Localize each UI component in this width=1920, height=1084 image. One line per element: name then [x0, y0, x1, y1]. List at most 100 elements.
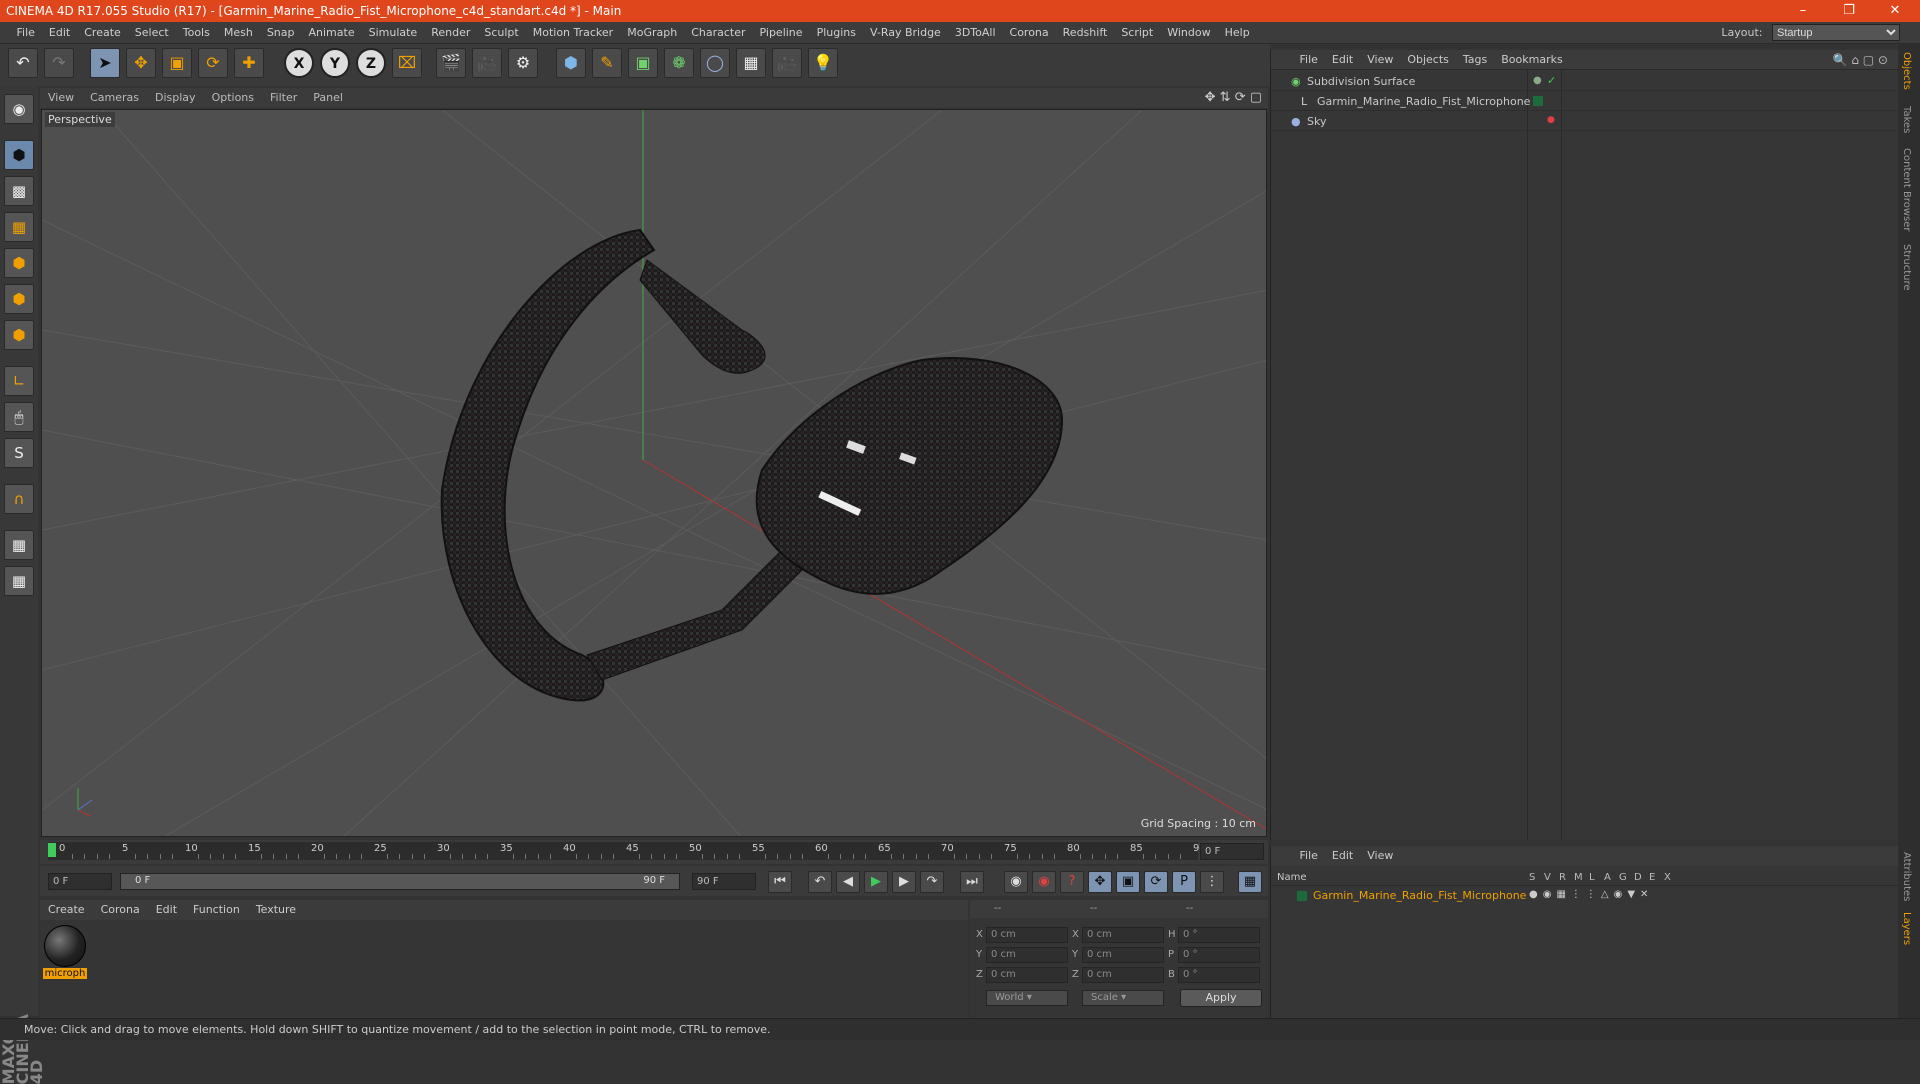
- menu-mesh[interactable]: Mesh: [217, 22, 260, 44]
- menu-window[interactable]: Window: [1160, 22, 1217, 44]
- keyframe-selection-icon[interactable]: ?: [1060, 871, 1084, 893]
- record-active-icon[interactable]: ◉: [1004, 871, 1028, 893]
- play-icon[interactable]: ▶: [864, 871, 888, 893]
- object-row-microphone[interactable]: L Garmin_Marine_Radio_Fist_Microphone: [1271, 92, 1899, 111]
- timeline-ruler[interactable]: 051015202530354045505560657075808590 0 F: [40, 840, 1268, 864]
- menu-mograph[interactable]: MoGraph: [620, 22, 684, 44]
- go-to-start-icon[interactable]: ⏮: [768, 871, 792, 893]
- menu-3dtoall[interactable]: 3DToAll: [948, 22, 1003, 44]
- menu-help[interactable]: Help: [1218, 22, 1257, 44]
- z-axis-lock-icon[interactable]: Z: [356, 48, 386, 78]
- next-keyframe-icon[interactable]: ↷: [920, 871, 944, 893]
- key-parameter-icon[interactable]: P: [1172, 871, 1196, 893]
- size-x-field[interactable]: 0 cm: [1082, 927, 1164, 943]
- layer-column-a[interactable]: A: [1604, 872, 1611, 883]
- key-pla-icon[interactable]: ⋮: [1200, 871, 1224, 893]
- material-menu-corona[interactable]: Corona: [93, 900, 148, 920]
- material-swatch[interactable]: microph: [43, 924, 87, 984]
- go-to-end-icon[interactable]: ⏭: [960, 871, 984, 893]
- menu-render[interactable]: Render: [424, 22, 477, 44]
- layer-flag-icons[interactable]: ●◉▦⋮⋮△◉▼✕: [1529, 889, 1653, 900]
- visibility-dot-icon[interactable]: ●: [1547, 115, 1555, 125]
- position-x-field[interactable]: 0 cm: [986, 927, 1068, 943]
- render-picture-viewer-icon[interactable]: 🎥: [472, 48, 502, 78]
- enabled-check-icon[interactable]: ✓: [1547, 74, 1556, 87]
- menu-snap[interactable]: Snap: [260, 22, 302, 44]
- material-menu-create[interactable]: Create: [40, 900, 93, 920]
- menu-plugins[interactable]: Plugins: [810, 22, 863, 44]
- material-menu-edit[interactable]: Edit: [148, 900, 185, 920]
- side-tab-objects[interactable]: Objects: [1901, 52, 1912, 90]
- viewport-menu-panel[interactable]: Panel: [305, 88, 351, 108]
- rotation-p-field[interactable]: 0 °: [1178, 947, 1260, 963]
- layer-column-l[interactable]: L: [1589, 872, 1595, 883]
- locked-workplane-icon[interactable]: ▦: [4, 530, 34, 560]
- menu-motion-tracker[interactable]: Motion Tracker: [526, 22, 620, 44]
- position-y-field[interactable]: 0 cm: [986, 947, 1068, 963]
- deformer-icon[interactable]: ◯: [700, 48, 730, 78]
- layout-dropdown[interactable]: Startup: [1772, 24, 1900, 41]
- rotation-b-field[interactable]: 0 °: [1178, 967, 1260, 983]
- cube-object-icon[interactable]: ⬢: [556, 48, 586, 78]
- coord-scale-dropdown[interactable]: Scale ▾: [1082, 990, 1164, 1006]
- key-rotation-icon[interactable]: ⟳: [1144, 871, 1168, 893]
- edges-mode-icon[interactable]: ⬢: [4, 284, 34, 314]
- layer-column-v[interactable]: V: [1544, 872, 1551, 883]
- points-mode-icon[interactable]: ⬢: [4, 248, 34, 278]
- object-row-sky[interactable]: ● Sky ●: [1271, 112, 1899, 131]
- menu-create[interactable]: Create: [77, 22, 128, 44]
- coordinate-system-icon[interactable]: ⌧: [392, 48, 422, 78]
- menu-tools[interactable]: Tools: [176, 22, 217, 44]
- objects-menu-objects[interactable]: Objects: [1400, 50, 1456, 70]
- objects-menu-tags[interactable]: Tags: [1456, 50, 1494, 70]
- y-axis-lock-icon[interactable]: Y: [320, 48, 350, 78]
- solo-icon[interactable]: S: [4, 438, 34, 468]
- x-axis-lock-icon[interactable]: X: [284, 48, 314, 78]
- current-frame-field[interactable]: 0 F: [1200, 843, 1264, 860]
- visibility-toggle-icon[interactable]: ●: [1533, 75, 1542, 86]
- menu-character[interactable]: Character: [684, 22, 752, 44]
- select-arrow-icon[interactable]: ➤: [90, 48, 120, 78]
- objects-menu-view[interactable]: View: [1360, 50, 1400, 70]
- material-menu-texture[interactable]: Texture: [248, 900, 304, 920]
- playhead-marker[interactable]: [48, 843, 56, 857]
- polygons-mode-icon[interactable]: ⬢: [4, 320, 34, 350]
- perspective-viewport[interactable]: Perspective Grid Spacing : 10 cm: [41, 109, 1267, 837]
- menu-file[interactable]: File: [10, 22, 42, 44]
- layers-menu-view[interactable]: View: [1360, 846, 1400, 866]
- layers-menu-file[interactable]: File: [1293, 846, 1325, 866]
- live-selection-icon[interactable]: ✚: [234, 48, 264, 78]
- menu-select[interactable]: Select: [128, 22, 176, 44]
- material-menu-function[interactable]: Function: [185, 900, 248, 920]
- apply-button[interactable]: Apply: [1180, 989, 1262, 1007]
- minimize-icon[interactable]: –: [1780, 0, 1826, 22]
- layer-column-r[interactable]: R: [1559, 872, 1566, 883]
- previous-frame-icon[interactable]: ◀: [836, 871, 860, 893]
- menu-edit[interactable]: Edit: [42, 22, 77, 44]
- menu-vray-bridge[interactable]: V-Ray Bridge: [863, 22, 948, 44]
- floor-icon[interactable]: ▦: [736, 48, 766, 78]
- menu-corona[interactable]: Corona: [1003, 22, 1056, 44]
- make-editable-icon[interactable]: ◉: [4, 94, 34, 124]
- camera-icon[interactable]: 🎥: [772, 48, 802, 78]
- objects-menu-bookmarks[interactable]: Bookmarks: [1494, 50, 1569, 70]
- texture-mode-icon[interactable]: ▩: [4, 176, 34, 206]
- rotate-tool-icon[interactable]: ⟳: [198, 48, 228, 78]
- side-tab-layers[interactable]: Layers: [1901, 912, 1912, 945]
- undo-icon[interactable]: ↶: [8, 48, 38, 78]
- viewport-navigation-icons[interactable]: ✥ ⇅ ⟳ ▢: [1205, 90, 1262, 105]
- axis-mode-icon[interactable]: ∟: [4, 366, 34, 396]
- model-mode-icon[interactable]: ⬢: [4, 140, 34, 170]
- side-tab-attributes[interactable]: Attributes: [1901, 852, 1912, 901]
- layer-column-m[interactable]: M: [1574, 872, 1583, 883]
- menu-redshift[interactable]: Redshift: [1056, 22, 1115, 44]
- layer-column-e[interactable]: E: [1649, 872, 1655, 883]
- menu-simulate[interactable]: Simulate: [362, 22, 425, 44]
- object-row-subdivision[interactable]: ◉ Subdivision Surface ● ✓: [1271, 72, 1899, 91]
- size-y-field[interactable]: 0 cm: [1082, 947, 1164, 963]
- snap-magnet-icon[interactable]: ∩: [4, 484, 34, 514]
- objects-menu-edit[interactable]: Edit: [1325, 50, 1360, 70]
- layer-column-x[interactable]: X: [1664, 872, 1671, 883]
- coord-mode-dropdown[interactable]: World ▾: [986, 990, 1068, 1006]
- layer-row[interactable]: Garmin_Marine_Radio_Fist_Microphone ●◉▦⋮…: [1271, 888, 1899, 905]
